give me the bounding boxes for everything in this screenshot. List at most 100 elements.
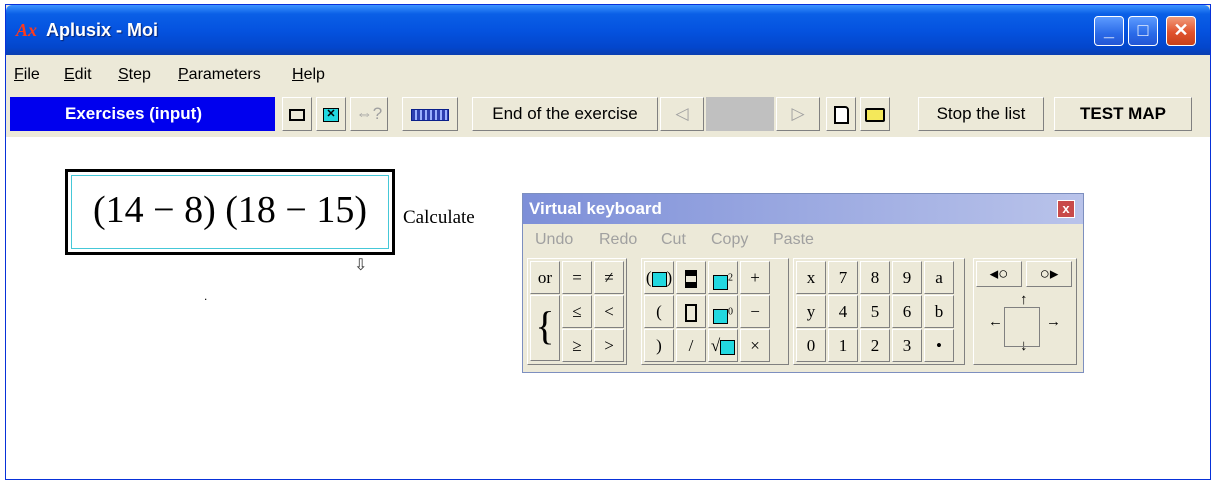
- square-key[interactable]: 2: [708, 261, 738, 294]
- expression-text[interactable]: (14 − 8) (18 − 15): [71, 175, 389, 249]
- parentheses-template-key[interactable]: (): [644, 261, 674, 294]
- key-6[interactable]: 6: [892, 295, 922, 328]
- greater-than-key[interactable]: >: [594, 329, 624, 362]
- rectangle-icon: [289, 108, 305, 121]
- key-2[interactable]: 2: [860, 329, 890, 362]
- key-1[interactable]: 1: [828, 329, 858, 362]
- navigation-group: ◂○ ○▸ ↑ ← → ↓: [973, 258, 1077, 365]
- stop-list-button[interactable]: Stop the list: [918, 97, 1044, 131]
- vk-redo[interactable]: Redo: [599, 231, 637, 249]
- open-paren-key[interactable]: (: [644, 295, 674, 328]
- close-icon: ✕: [1173, 20, 1189, 40]
- menu-file[interactable]: File: [14, 66, 40, 84]
- cancel-button[interactable]: ✕: [316, 97, 346, 131]
- end-exercise-button[interactable]: End of the exercise: [472, 97, 658, 131]
- vk-copy[interactable]: Copy: [711, 231, 748, 249]
- minus-key[interactable]: −: [740, 295, 770, 328]
- plus-key[interactable]: +: [740, 261, 770, 294]
- brace-key[interactable]: {: [530, 295, 560, 361]
- drag-handle-icon[interactable]: ⇩: [354, 255, 367, 275]
- vk-paste[interactable]: Paste: [773, 231, 814, 249]
- menu-bar: File Edit Step Parameters Help: [6, 55, 1210, 91]
- parentheses-template-icon: (): [645, 268, 673, 287]
- workspace[interactable]: (14 − 8) (18 − 15) ⇩ Calculate . Virtual…: [6, 137, 1210, 479]
- previous-icon: ◁: [675, 104, 689, 123]
- menu-step[interactable]: Step: [118, 66, 151, 84]
- arrow-pad-outline: [1004, 307, 1040, 347]
- arrow-pad: ↑ ← → ↓: [974, 289, 1078, 365]
- divide-key[interactable]: /: [676, 329, 706, 362]
- key-5[interactable]: 5: [860, 295, 890, 328]
- toolbar: Exercises (input) ✕ ⇔? End of the exerci…: [6, 91, 1210, 137]
- open-folder-button[interactable]: [860, 97, 890, 131]
- stacked-fraction-icon: [685, 304, 697, 323]
- minimize-icon: _: [1103, 20, 1114, 40]
- next-button[interactable]: ▷: [776, 97, 820, 131]
- key-x[interactable]: x: [796, 261, 826, 294]
- equivalence-button[interactable]: ⇔?: [350, 97, 388, 131]
- right-arrow-icon[interactable]: →: [1046, 313, 1061, 330]
- open-folder-icon: [865, 107, 885, 122]
- cursor-dot: .: [204, 289, 208, 303]
- virtual-keyboard-close-button[interactable]: x: [1057, 200, 1075, 218]
- vk-undo[interactable]: Undo: [535, 231, 573, 249]
- main-window: Ax Aplusix - Moi _ □ ✕ File Edit Step Pa…: [5, 4, 1211, 480]
- test-map-button[interactable]: TEST MAP: [1054, 97, 1192, 131]
- mode-label: Exercises (input): [10, 97, 275, 131]
- title-bar[interactable]: Ax Aplusix - Moi _ □ ✕: [6, 5, 1210, 55]
- menu-help[interactable]: Help: [292, 66, 325, 84]
- fraction-icon: [685, 270, 697, 289]
- new-document-icon: [833, 105, 849, 124]
- relations-group: or = ≠ { ≤ < ≥ >: [527, 258, 627, 365]
- key-a[interactable]: a: [924, 261, 954, 294]
- move-left-word-key[interactable]: ◂○: [976, 261, 1022, 287]
- virtual-keyboard-title[interactable]: Virtual keyboard: [523, 194, 1083, 224]
- close-button[interactable]: ✕: [1166, 16, 1196, 46]
- power-icon: 0: [713, 306, 733, 325]
- new-document-button[interactable]: [826, 97, 856, 131]
- expression-box[interactable]: (14 − 8) (18 − 15): [65, 169, 395, 255]
- operators-group: () 2 + ( 0 − ) / √ ×: [641, 258, 789, 365]
- less-than-key[interactable]: <: [594, 295, 624, 328]
- cancel-icon: ✕: [323, 107, 339, 122]
- sqrt-key[interactable]: √: [708, 329, 738, 362]
- stacked-fraction-key[interactable]: [676, 295, 706, 328]
- rectangle-button[interactable]: [282, 97, 312, 131]
- key-b[interactable]: b: [924, 295, 954, 328]
- fraction-key[interactable]: [676, 261, 706, 294]
- greater-equal-key[interactable]: ≥: [562, 329, 592, 362]
- minimize-button[interactable]: _: [1094, 16, 1124, 46]
- key-9[interactable]: 9: [892, 261, 922, 294]
- virtual-keyboard: Virtual keyboard x Undo Redo Cut Copy Pa…: [522, 193, 1084, 373]
- key-4[interactable]: 4: [828, 295, 858, 328]
- exercise-number-field[interactable]: [706, 97, 774, 131]
- close-paren-key[interactable]: ): [644, 329, 674, 362]
- key-7[interactable]: 7: [828, 261, 858, 294]
- or-key[interactable]: or: [530, 261, 560, 294]
- menu-edit[interactable]: Edit: [64, 66, 92, 84]
- maximize-button[interactable]: □: [1128, 16, 1158, 46]
- vk-cut[interactable]: Cut: [661, 231, 686, 249]
- window-title: Aplusix - Moi: [46, 20, 158, 40]
- app-logo-icon: Ax: [16, 20, 38, 40]
- previous-button[interactable]: ◁: [660, 97, 704, 131]
- not-equal-key[interactable]: ≠: [594, 261, 624, 294]
- key-0[interactable]: 0: [796, 329, 826, 362]
- left-arrow-icon[interactable]: ←: [988, 313, 1003, 330]
- menu-parameters[interactable]: Parameters: [178, 66, 261, 84]
- key-8[interactable]: 8: [860, 261, 890, 294]
- instruction-label: Calculate: [403, 207, 475, 228]
- equals-key[interactable]: =: [562, 261, 592, 294]
- key-3[interactable]: 3: [892, 329, 922, 362]
- up-arrow-icon[interactable]: ↑: [1020, 291, 1028, 308]
- key-y[interactable]: y: [796, 295, 826, 328]
- less-equal-key[interactable]: ≤: [562, 295, 592, 328]
- key-dot[interactable]: •: [924, 329, 954, 362]
- virtual-keyboard-menu: Undo Redo Cut Copy Paste: [523, 228, 1083, 254]
- times-key[interactable]: ×: [740, 329, 770, 362]
- power-key[interactable]: 0: [708, 295, 738, 328]
- move-left-icon: ◂○: [989, 264, 1009, 283]
- keyboard-button[interactable]: [402, 97, 458, 131]
- maximize-icon: □: [1137, 20, 1149, 40]
- move-right-word-key[interactable]: ○▸: [1026, 261, 1072, 287]
